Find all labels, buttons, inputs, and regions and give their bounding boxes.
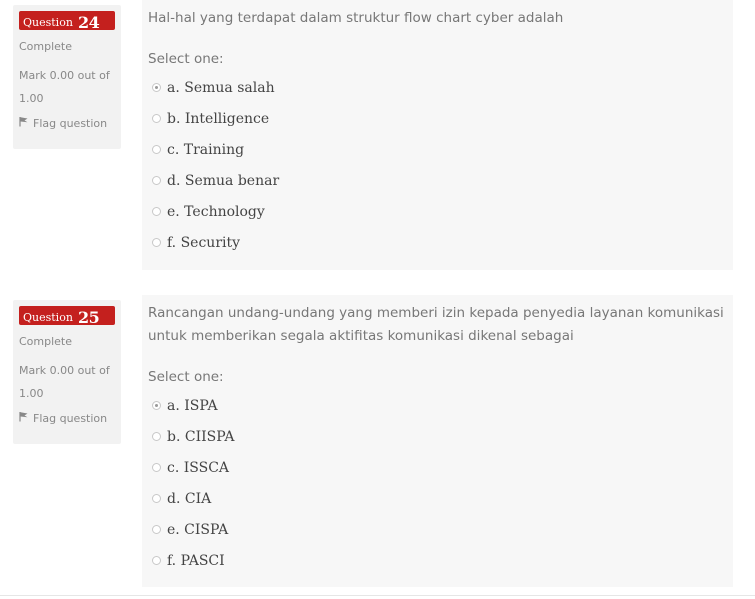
radio-button[interactable] <box>152 401 161 410</box>
answer-label: e. Technology <box>167 203 265 220</box>
answer-option[interactable]: d. CIA <box>148 483 727 514</box>
question-content: Rancangan undang-undang yang memberi izi… <box>142 295 733 587</box>
answer-list: a. Semua salah b. Intelligence c. Traini… <box>148 72 727 258</box>
answer-option[interactable]: b. CIISPA <box>148 421 727 452</box>
question-info: Question 24 Complete Mark 0.00 out of 1.… <box>13 5 121 149</box>
divider <box>0 595 755 596</box>
flag-question-label: Flag question <box>33 116 108 130</box>
question-number-label: Question <box>23 311 73 324</box>
question-content: Hal-hal yang terdapat dalam struktur flo… <box>142 0 733 270</box>
radio-button[interactable] <box>152 114 161 123</box>
radio-button[interactable] <box>152 145 161 154</box>
radio-button[interactable] <box>152 494 161 503</box>
radio-button[interactable] <box>152 556 161 565</box>
answer-label: a. ISPA <box>167 397 218 414</box>
flag-question-label: Flag question <box>33 411 108 425</box>
question-state: Complete <box>19 335 73 348</box>
question-number: 24 <box>78 13 100 32</box>
question-number: 25 <box>78 308 100 327</box>
question-grade: Mark 0.00 out of 1.00 <box>19 364 110 400</box>
radio-button[interactable] <box>152 83 161 92</box>
answer-label: a. Semua salah <box>167 79 275 96</box>
select-one-prompt: Select one: <box>148 369 224 385</box>
answer-label: e. CISPA <box>167 521 229 538</box>
answer-option[interactable]: f. PASCI <box>148 545 727 576</box>
question-number-label: Question <box>23 16 73 29</box>
radio-button[interactable] <box>152 238 161 247</box>
answer-label: c. Training <box>167 141 245 158</box>
answer-option[interactable]: c. Training <box>148 134 727 165</box>
answer-label: f. PASCI <box>167 552 225 569</box>
flag-question-link[interactable]: Flag question <box>19 116 121 130</box>
question-grade: Mark 0.00 out of 1.00 <box>19 69 110 105</box>
answer-label: c. ISSCA <box>167 459 230 476</box>
flag-question-link[interactable]: Flag question <box>19 411 121 425</box>
radio-button[interactable] <box>152 432 161 441</box>
radio-button[interactable] <box>152 176 161 185</box>
flag-icon <box>19 411 29 425</box>
answer-option[interactable]: a. ISPA <box>148 390 727 421</box>
answer-list: a. ISPA b. CIISPA c. ISSCA d. CIA e. CIS… <box>148 390 727 576</box>
question-number-badge: Question 25 <box>19 306 115 327</box>
answer-option[interactable]: a. Semua salah <box>148 72 727 103</box>
question-state: Complete <box>19 40 73 53</box>
answer-label: d. Semua benar <box>167 172 280 189</box>
answer-label: b. Intelligence <box>167 110 270 127</box>
answer-option[interactable]: c. ISSCA <box>148 452 727 483</box>
flag-icon <box>19 116 29 130</box>
select-one-prompt: Select one: <box>148 51 224 67</box>
radio-button[interactable] <box>152 207 161 216</box>
answer-option[interactable]: d. Semua benar <box>148 165 727 196</box>
question-text: Hal-hal yang terdapat dalam struktur flo… <box>148 10 564 26</box>
radio-button[interactable] <box>152 463 161 472</box>
question-info: Question 25 Complete Mark 0.00 out of 1.… <box>13 300 121 444</box>
answer-label: d. CIA <box>167 490 212 507</box>
answer-option[interactable]: f. Security <box>148 227 727 258</box>
answer-option[interactable]: e. CISPA <box>148 514 727 545</box>
answer-label: b. CIISPA <box>167 428 235 445</box>
answer-option[interactable]: e. Technology <box>148 196 727 227</box>
answer-option[interactable]: b. Intelligence <box>148 103 727 134</box>
answer-label: f. Security <box>167 234 241 251</box>
question-text: Rancangan undang-undang yang memberi izi… <box>148 305 724 344</box>
question-number-badge: Question 24 <box>19 11 115 32</box>
radio-button[interactable] <box>152 525 161 534</box>
